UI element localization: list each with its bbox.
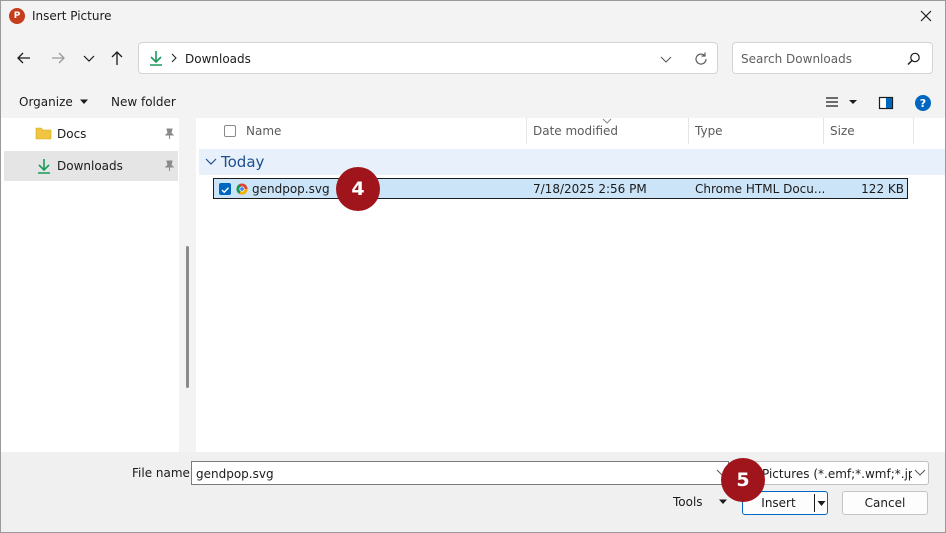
address-bar[interactable]: Downloads: [138, 42, 718, 74]
search-placeholder: Search Downloads: [741, 52, 852, 66]
column-divider[interactable]: [913, 118, 914, 144]
list-view-icon: [826, 97, 857, 107]
tools-label: Tools: [673, 495, 703, 509]
view-options-button[interactable]: [824, 95, 864, 114]
sidebar-item-label: Docs: [57, 127, 87, 141]
download-icon: [150, 51, 162, 66]
folder-icon: [35, 127, 52, 140]
file-name-input[interactable]: gendpop.svg: [191, 461, 729, 485]
column-divider[interactable]: [526, 118, 527, 144]
file-size: 122 KB: [861, 182, 904, 196]
column-header-type[interactable]: Type: [695, 124, 723, 138]
command-bar: Organize New folder ?: [1, 88, 945, 118]
recent-locations-button[interactable]: [77, 46, 101, 70]
file-type: Chrome HTML Docu...: [695, 182, 826, 196]
chevron-down-icon: [914, 469, 926, 476]
back-button[interactable]: [12, 46, 36, 70]
sidebar-item-label: Downloads: [57, 159, 123, 173]
insert-options-caret-icon[interactable]: [817, 500, 826, 507]
help-button[interactable]: ?: [914, 94, 932, 115]
svg-text:?: ?: [920, 97, 926, 110]
arrow-right-icon: [52, 52, 65, 64]
row-checkbox[interactable]: [219, 183, 231, 195]
column-header-name[interactable]: Name: [246, 124, 281, 138]
step-badge-5: 5: [721, 458, 765, 502]
organize-label: Organize: [19, 95, 73, 109]
breadcrumb-downloads[interactable]: Downloads: [185, 52, 251, 66]
dialog-footer: File name: gendpop.svg Pictures (*.emf;*…: [1, 452, 945, 532]
file-name: gendpop.svg: [252, 182, 330, 196]
column-header-date-modified[interactable]: Date modified: [533, 124, 618, 138]
window-title: Insert Picture: [32, 9, 112, 23]
sidebar-item-downloads[interactable]: Downloads: [4, 151, 178, 181]
search-box[interactable]: Search Downloads: [732, 42, 933, 74]
address-dropdown-chevron-icon[interactable]: [659, 52, 673, 66]
chevron-down-icon: [83, 55, 95, 62]
pin-icon[interactable]: [163, 160, 175, 172]
group-label: Today: [221, 153, 265, 171]
caret-down-icon: [79, 99, 88, 104]
chevron-down-icon: [205, 158, 217, 165]
help-icon: ?: [915, 95, 931, 111]
split-divider: [814, 494, 815, 512]
file-list: Name Date modified Type Size Today gendp…: [196, 118, 945, 452]
insert-picture-dialog: P Insert Picture Downloads Search Downlo…: [0, 0, 946, 533]
select-all-checkbox[interactable]: [224, 125, 236, 137]
close-button[interactable]: [913, 5, 939, 27]
arrow-left-icon: [17, 52, 30, 64]
column-divider[interactable]: [823, 118, 824, 144]
preview-pane-icon: [878, 96, 894, 110]
chrome-file-icon: [236, 183, 248, 195]
pin-icon[interactable]: [163, 128, 175, 140]
caret-down-icon: [719, 499, 728, 504]
checkmark-icon: [221, 187, 230, 194]
file-type-filter-value: Pictures (*.emf;*.wmf;*.jpg;*: [762, 467, 912, 481]
group-header-today[interactable]: Today: [199, 149, 945, 175]
close-icon: [920, 10, 932, 22]
column-divider[interactable]: [688, 118, 689, 144]
title-bar: P Insert Picture: [1, 1, 945, 32]
file-name-value: gendpop.svg: [196, 467, 274, 481]
file-name-label: File name:: [132, 466, 194, 480]
powerpoint-app-icon: P: [9, 8, 25, 24]
column-header-size[interactable]: Size: [830, 124, 855, 138]
breadcrumb-chevron-icon: [171, 53, 177, 63]
step-badge-4: 4: [336, 167, 380, 211]
up-button[interactable]: [105, 46, 129, 70]
refresh-icon[interactable]: [693, 51, 709, 67]
preview-pane-button[interactable]: [878, 95, 894, 114]
cancel-button[interactable]: Cancel: [842, 491, 928, 515]
forward-button[interactable]: [46, 46, 70, 70]
file-date-modified: 7/18/2025 2:56 PM: [533, 182, 647, 196]
tools-button[interactable]: Tools: [673, 495, 728, 509]
file-row[interactable]: gendpop.svg 7/18/2025 2:56 PM Chrome HTM…: [213, 178, 908, 199]
sort-chevron-icon: [602, 118, 612, 124]
search-icon: [907, 52, 920, 65]
download-icon: [38, 159, 50, 174]
sidebar-item-docs[interactable]: Docs: [4, 119, 178, 149]
navigation-pane: Docs Downloads: [1, 118, 179, 452]
organize-button[interactable]: Organize: [19, 95, 89, 109]
navigation-pane-scrollbar[interactable]: [186, 246, 189, 388]
new-folder-button[interactable]: New folder: [111, 95, 176, 109]
arrow-up-icon: [111, 51, 123, 65]
